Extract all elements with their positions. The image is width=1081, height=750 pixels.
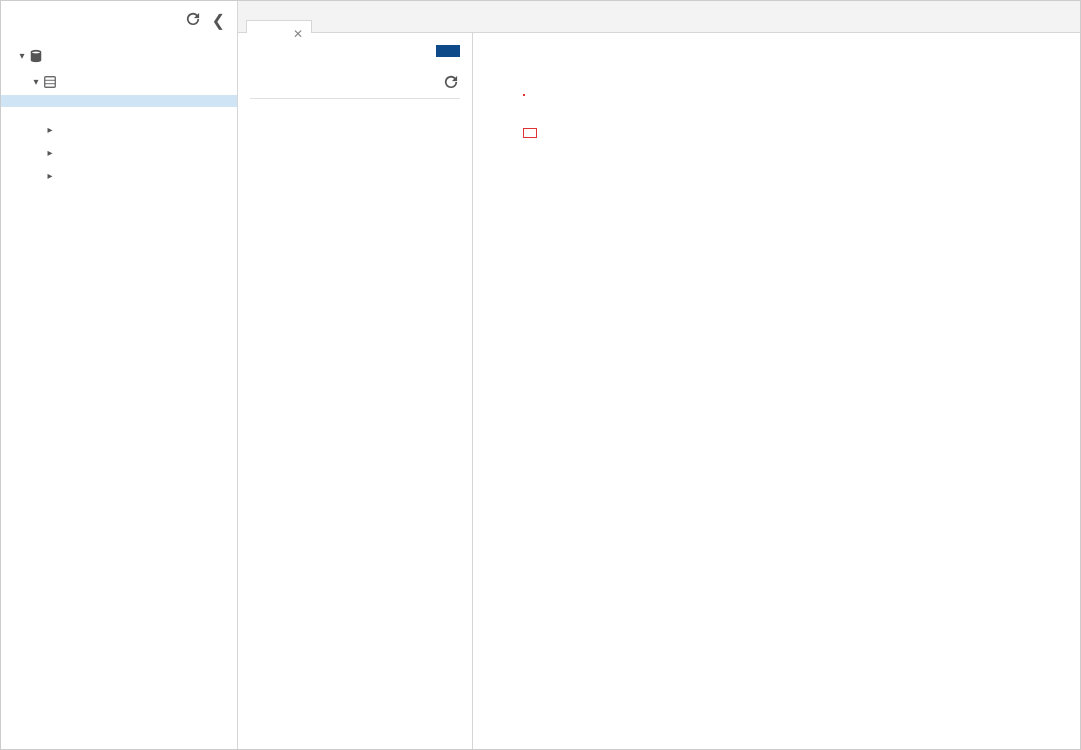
col-partition-header [346,75,440,92]
tree-node-stored-procedures[interactable]: ▸ [1,119,237,142]
tab-items[interactable]: ✕ [246,20,312,33]
tree-node-container[interactable]: ▾ [1,69,237,95]
annotation-arrow [601,128,801,328]
main-area: ✕ [238,1,1080,749]
annotation-callout [523,128,537,138]
col-id-header [252,75,346,92]
sidebar: ❮ ▾ ▾ ▸ ▸ [1,1,238,749]
database-icon [29,49,43,63]
collapse-icon[interactable]: ❮ [212,11,225,31]
tree-node-triggers[interactable]: ▸ [1,165,237,188]
caret-down-icon: ▾ [31,77,41,88]
json-content [517,33,1080,749]
tab-bar: ✕ [238,1,1080,33]
document-viewer [473,33,1080,749]
refresh-icon[interactable] [440,75,458,92]
close-icon[interactable]: ✕ [293,27,303,41]
edit-filter-button[interactable] [436,45,460,57]
line-gutter [473,33,517,749]
tree-node-items[interactable] [1,95,237,107]
tree-node-database[interactable]: ▾ [1,43,237,69]
caret-right-icon: ▸ [45,148,55,159]
items-table-header [250,69,460,99]
refresh-icon[interactable] [186,12,200,31]
caret-down-icon: ▾ [17,51,27,62]
annotation-highlight-box [523,94,525,96]
tree-node-user-defined-functions[interactable]: ▸ [1,142,237,165]
sidebar-header: ❮ [1,1,237,39]
tree: ▾ ▾ ▸ ▸ ▸ [1,39,237,192]
caret-right-icon: ▸ [45,125,55,136]
tree-node-scale-settings[interactable] [1,107,237,119]
query-bar [250,45,460,57]
items-panel [238,33,473,749]
container-icon [43,75,57,89]
caret-right-icon: ▸ [45,171,55,182]
